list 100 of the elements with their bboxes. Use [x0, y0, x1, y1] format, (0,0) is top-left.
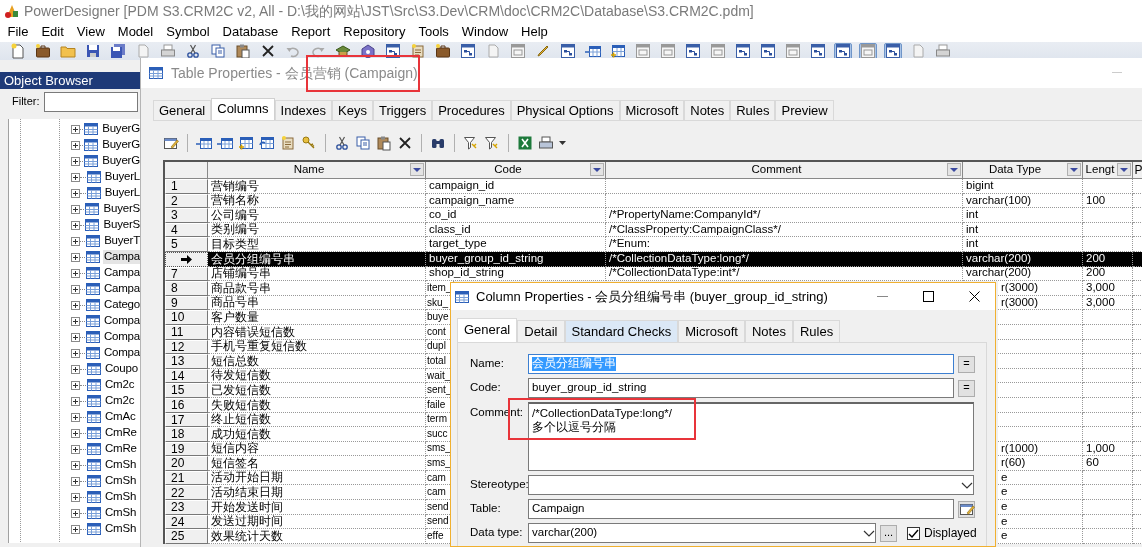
expand-icon[interactable] — [71, 412, 80, 422]
tab[interactable]: Detail — [517, 320, 565, 342]
properties-button[interactable] — [958, 500, 975, 518]
tree-item[interactable]: Campa — [102, 266, 141, 280]
minimize-icon[interactable] — [876, 295, 888, 297]
diagram-icon[interactable] — [460, 43, 476, 59]
expand-icon[interactable] — [71, 444, 80, 454]
tab[interactable]: Rules — [730, 100, 776, 120]
filter-icon[interactable] — [463, 134, 479, 151]
expand-icon[interactable] — [71, 460, 80, 470]
tab[interactable]: Triggers — [373, 100, 433, 120]
tree-item[interactable]: BuyerG — [101, 122, 141, 136]
add-row-icon[interactable] — [238, 134, 254, 151]
filter-button[interactable] — [947, 163, 961, 176]
filter-button[interactable] — [410, 163, 424, 176]
expand-icon[interactable] — [71, 508, 80, 518]
expand-icon[interactable] — [71, 396, 80, 406]
tab[interactable]: Keys — [332, 100, 373, 120]
menu-item[interactable]: Edit — [34, 24, 71, 40]
expand-icon[interactable] — [71, 268, 80, 278]
briefcase-icon[interactable] — [35, 43, 51, 59]
menu-item[interactable]: Repository — [336, 24, 412, 40]
copy-icon[interactable] — [355, 134, 371, 151]
equals-button[interactable]: = — [958, 355, 975, 373]
tab[interactable]: Notes — [744, 320, 793, 342]
menu-item[interactable]: Report — [284, 24, 337, 40]
tab[interactable]: Rules — [792, 320, 841, 342]
column-header[interactable]: Lengt — [1083, 162, 1133, 179]
menu-item[interactable]: Database — [216, 24, 285, 40]
input-field[interactable]: buyer_group_id_string — [528, 378, 954, 398]
tree-item[interactable]: BuyerS — [102, 218, 141, 232]
diagram-icon[interactable] — [685, 43, 701, 59]
tab[interactable]: Notes — [684, 100, 731, 120]
expand-icon[interactable] — [71, 492, 80, 502]
column-header[interactable]: Data Type — [963, 162, 1083, 179]
menu-item[interactable]: File — [1, 24, 35, 40]
filter-button[interactable] — [590, 163, 604, 176]
tree-item[interactable]: Compa — [102, 314, 141, 328]
expand-icon[interactable] — [71, 428, 80, 438]
tree-item[interactable]: BuyerL — [103, 186, 141, 200]
tab[interactable]: General — [457, 318, 518, 342]
expand-icon[interactable] — [71, 204, 80, 214]
tree-item[interactable]: CmSh — [104, 474, 138, 488]
tab[interactable]: Preview — [775, 100, 834, 120]
filter-button[interactable] — [1117, 163, 1131, 176]
tab[interactable]: Procedures — [432, 100, 511, 120]
comment-field[interactable]: /*CollectionDataType:long*/ 多个以逗号分隔 — [528, 402, 974, 471]
expand-icon[interactable] — [71, 156, 80, 166]
menu-item[interactable]: Model — [111, 24, 160, 40]
dropdown-field[interactable] — [528, 475, 974, 495]
add-row-icon[interactable] — [610, 43, 626, 59]
expand-icon[interactable] — [71, 524, 80, 534]
delete-icon[interactable] — [260, 43, 276, 59]
column-header[interactable]: P — [1133, 162, 1142, 179]
tree-item[interactable]: CmRe — [104, 442, 138, 456]
menu-item[interactable]: Window — [455, 24, 515, 40]
delete-icon[interactable] — [397, 134, 413, 151]
expand-icon[interactable] — [71, 348, 80, 358]
filter-field[interactable] — [43, 92, 138, 112]
tree-item[interactable]: CmSh — [104, 490, 138, 504]
filter-icon[interactable] — [484, 134, 500, 151]
print-icon[interactable] — [160, 43, 176, 59]
expand-icon[interactable] — [71, 300, 80, 310]
filter-button[interactable] — [1067, 163, 1081, 176]
tree-item[interactable]: Coupo — [104, 362, 139, 376]
copy-icon[interactable] — [210, 43, 226, 59]
cut-icon[interactable] — [334, 134, 350, 151]
expand-icon[interactable] — [71, 476, 80, 486]
tree-item[interactable]: CmSh — [104, 506, 138, 520]
menu-item[interactable]: View — [70, 24, 112, 40]
tree-item[interactable]: Cm2c — [104, 378, 136, 392]
briefcase-icon[interactable] — [435, 43, 451, 59]
key-icon[interactable] — [301, 134, 317, 151]
tree-item[interactable]: Campa — [102, 250, 141, 264]
tree-item[interactable]: Catego — [103, 298, 141, 312]
tree-item[interactable]: BuyerG — [101, 138, 141, 152]
tree-item[interactable]: Compa — [102, 346, 141, 360]
dropdown-field[interactable]: varchar(200) — [528, 523, 876, 543]
browse-button[interactable]: ... — [880, 524, 897, 542]
paste-icon[interactable] — [376, 134, 392, 151]
insert-row-icon[interactable] — [585, 43, 601, 59]
print-icon[interactable] — [538, 134, 554, 151]
tree-item[interactable]: Cm2c — [104, 394, 136, 408]
tree-item[interactable]: CmRe — [104, 426, 138, 440]
column-header[interactable]: Code — [426, 162, 606, 179]
equals-button[interactable]: = — [958, 379, 975, 397]
close-icon[interactable] — [968, 290, 980, 302]
tab[interactable]: Indexes — [274, 100, 333, 120]
tab[interactable]: Columns — [211, 98, 275, 120]
menu-item[interactable]: Tools — [411, 24, 456, 40]
menu-item[interactable]: Symbol — [159, 24, 217, 40]
expand-icon[interactable] — [71, 252, 80, 262]
column-header[interactable]: Name — [208, 162, 426, 179]
column-header[interactable]: Comment — [606, 162, 963, 179]
expand-icon[interactable] — [71, 380, 80, 390]
note-icon[interactable] — [410, 43, 426, 59]
expand-icon[interactable] — [71, 236, 80, 246]
expand-icon[interactable] — [71, 284, 80, 294]
tree-item[interactable]: BuyerS — [102, 202, 141, 216]
diagram-icon[interactable] — [760, 43, 776, 59]
